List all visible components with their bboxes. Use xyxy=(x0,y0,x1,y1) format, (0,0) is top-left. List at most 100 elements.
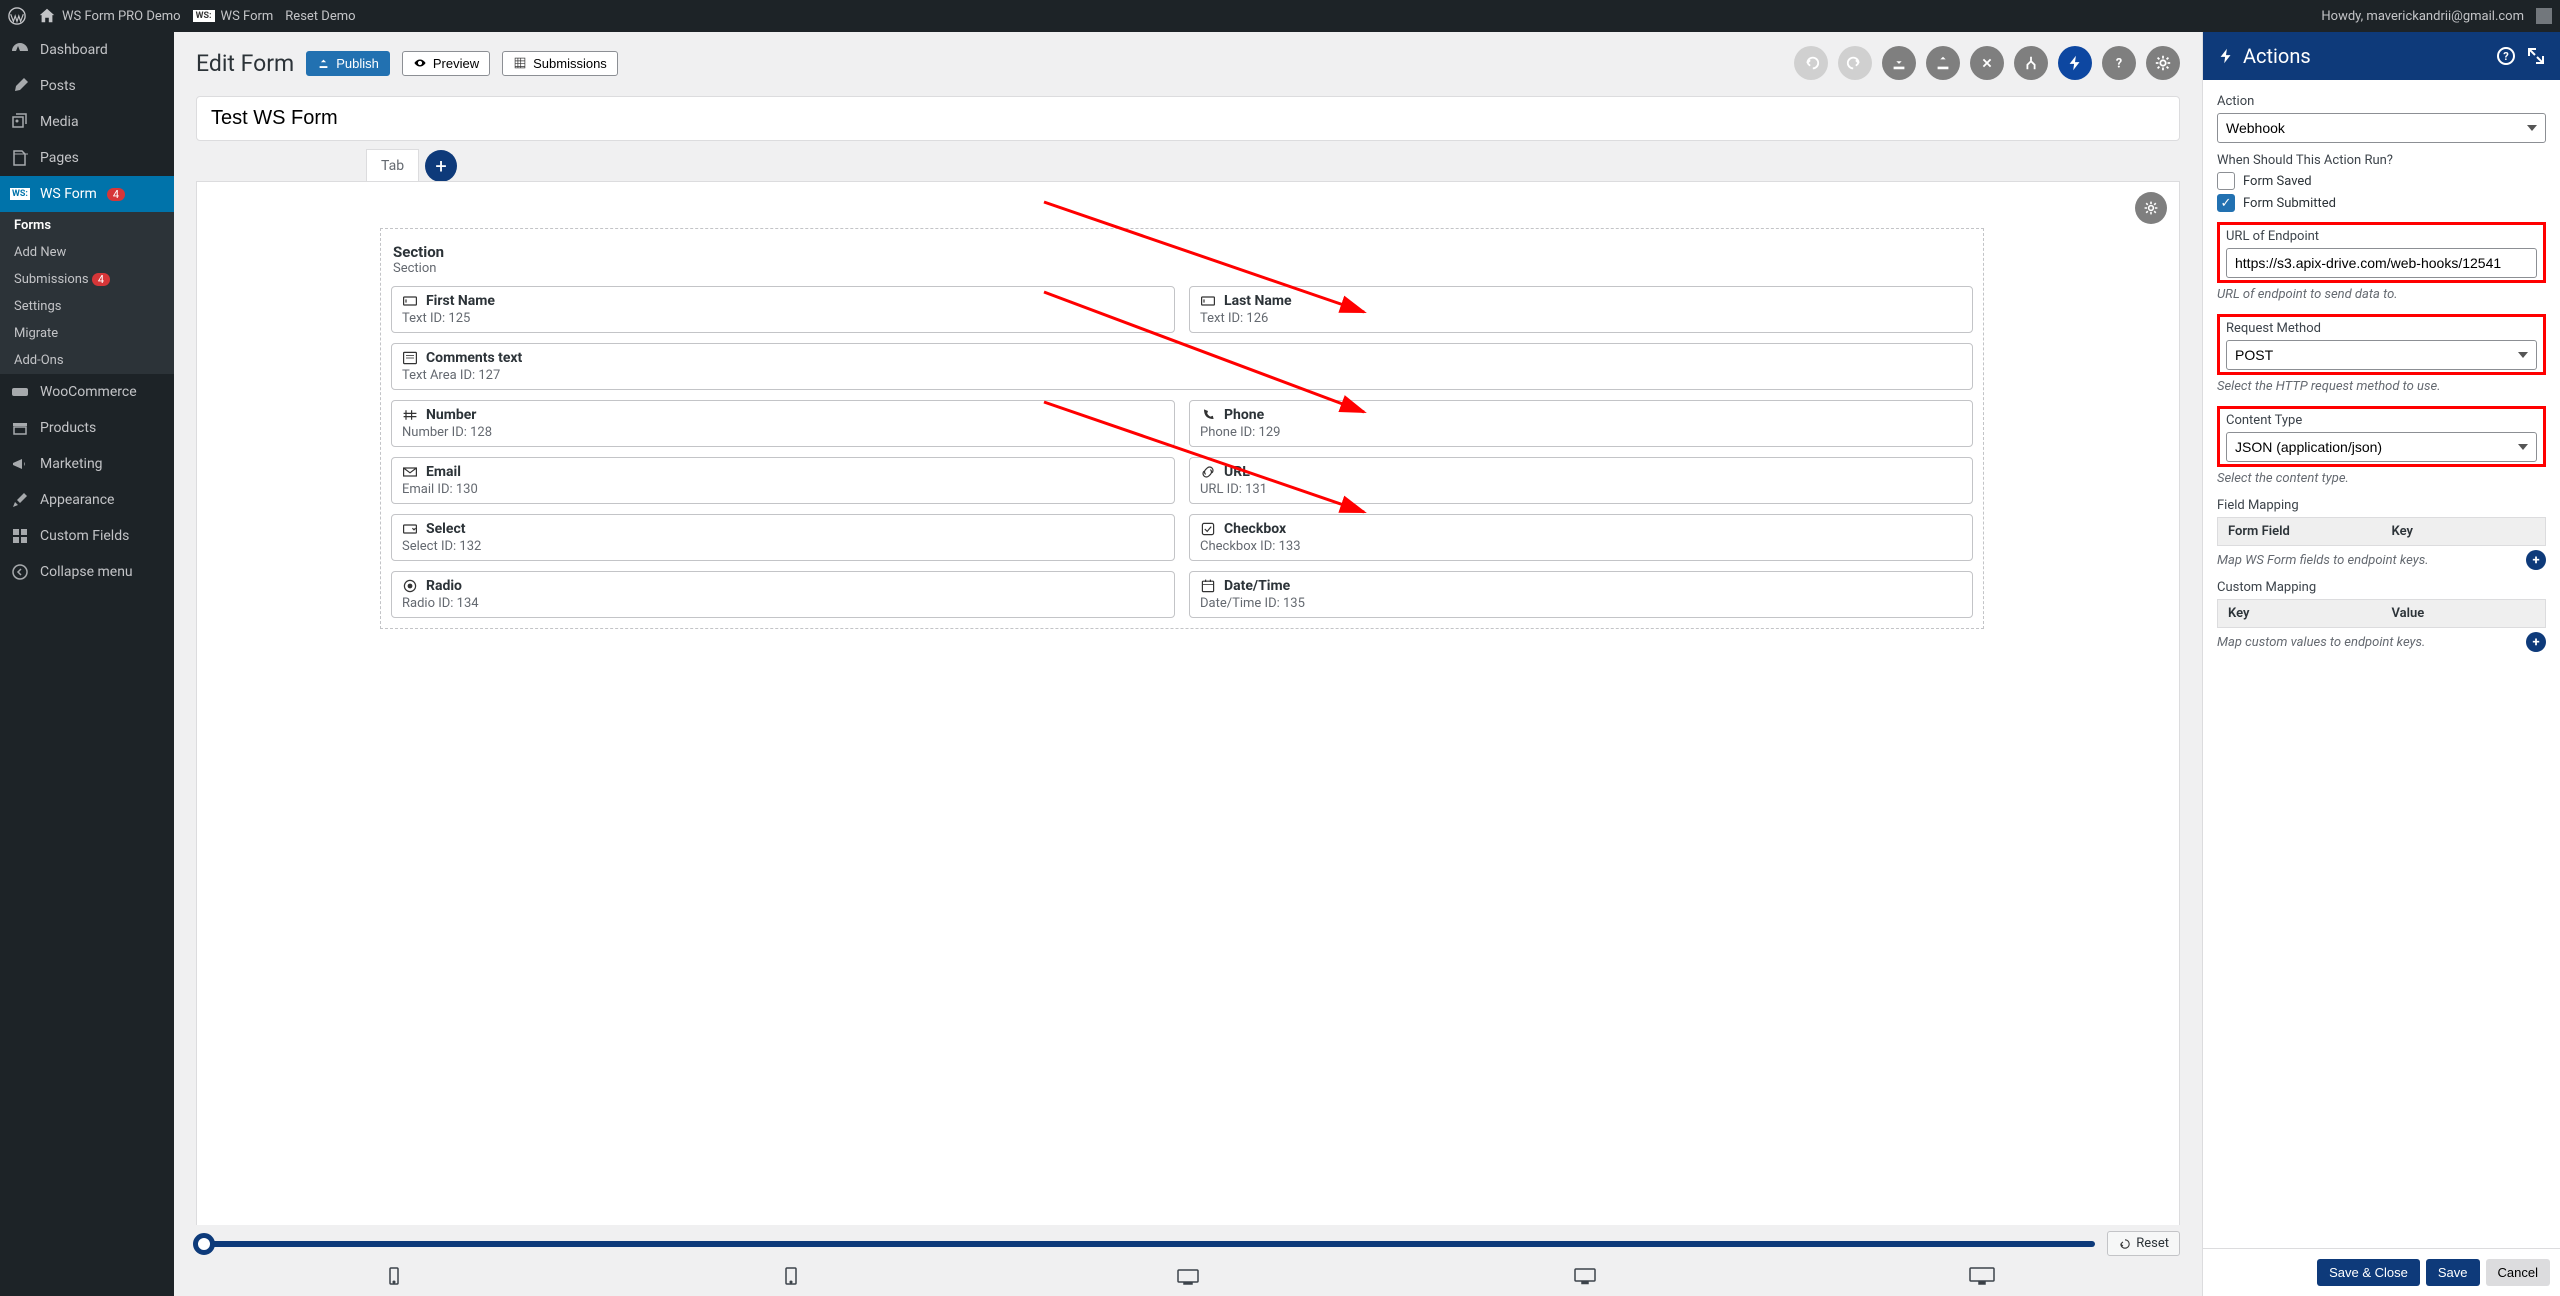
sidebar-item-customfields[interactable]: Custom Fields xyxy=(0,518,174,554)
sidebar-item-appearance[interactable]: Appearance xyxy=(0,482,174,518)
action-select[interactable]: Webhook xyxy=(2217,113,2546,143)
field-name: Last Name xyxy=(1224,293,1292,309)
section-container[interactable]: Section Section First NameText ID: 125La… xyxy=(380,228,1984,629)
url-input[interactable] xyxy=(2226,248,2537,278)
field-meta: Select ID: 132 xyxy=(402,539,1164,554)
import-button[interactable] xyxy=(1882,46,1916,80)
device-tablet-landscape-icon[interactable] xyxy=(1174,1266,1202,1290)
checkbox-icon xyxy=(1200,521,1216,537)
field-text[interactable]: First NameText ID: 125 xyxy=(391,286,1175,333)
field-name: URL xyxy=(1224,464,1250,480)
site-link[interactable]: WS Form PRO Demo xyxy=(38,7,181,25)
page-title: Edit Form xyxy=(196,50,294,77)
device-tablet-portrait-icon[interactable] xyxy=(777,1266,805,1290)
publish-button[interactable]: Publish xyxy=(306,51,390,76)
sidebar-sub-submissions[interactable]: Submissions 4 xyxy=(0,266,174,293)
field-url[interactable]: URL URL ID: 131 xyxy=(1189,457,1973,504)
field-textarea[interactable]: Comments textText Area ID: 127 xyxy=(391,343,1973,390)
device-phone-icon[interactable] xyxy=(380,1266,408,1290)
sidebar-item-media[interactable]: Media xyxy=(0,104,174,140)
sidebar-sub-settings[interactable]: Settings xyxy=(0,293,174,320)
sidebar-sub-forms[interactable]: Forms xyxy=(0,212,174,239)
sidebar-item-posts[interactable]: Posts xyxy=(0,68,174,104)
panel-expand-icon[interactable] xyxy=(2526,46,2546,66)
sidebar-item-wsform[interactable]: WS:WS Form4 xyxy=(0,176,174,212)
field-meta: Phone ID: 129 xyxy=(1200,425,1962,440)
field-email[interactable]: EmailEmail ID: 130 xyxy=(391,457,1175,504)
add-field-mapping-button[interactable]: + xyxy=(2526,550,2546,570)
sidebar-item-woocommerce[interactable]: WooCommerce xyxy=(0,374,174,410)
method-help: Select the HTTP request method to use. xyxy=(2217,379,2546,394)
field-radio[interactable]: RadioRadio ID: 134 xyxy=(391,571,1175,618)
actions-panel: Actions ? Action Webhook When Should Thi… xyxy=(2202,32,2560,1296)
add-custom-mapping-button[interactable]: + xyxy=(2526,632,2546,652)
pages-icon xyxy=(10,148,30,168)
preview-button[interactable]: Preview xyxy=(402,51,490,76)
field-name: First Name xyxy=(426,293,495,309)
device-desktop-icon[interactable] xyxy=(1968,1266,1996,1290)
sidebar-item-dashboard[interactable]: Dashboard xyxy=(0,32,174,68)
field-phone[interactable]: PhonePhone ID: 129 xyxy=(1189,400,1973,447)
field-meta: URL ID: 131 xyxy=(1200,482,1962,497)
form-tab[interactable]: Tab xyxy=(366,149,419,182)
field-datetime[interactable]: Date/TimeDate/Time ID: 135 xyxy=(1189,571,1973,618)
count-badge: 4 xyxy=(107,188,125,201)
url-label: URL of Endpoint xyxy=(2226,229,2537,244)
canvas-settings-button[interactable] xyxy=(2135,192,2167,224)
sidebar-item-collapse[interactable]: Collapse menu xyxy=(0,554,174,590)
field-name: Date/Time xyxy=(1224,578,1290,594)
panel-help-icon[interactable]: ? xyxy=(2496,46,2516,66)
field-name: Checkbox xyxy=(1224,521,1286,537)
admin-sidebar: Dashboard Posts Media Pages WS:WS Form4 … xyxy=(0,32,174,1296)
sidebar-item-pages[interactable]: Pages xyxy=(0,140,174,176)
field-checkbox[interactable]: CheckboxCheckbox ID: 133 xyxy=(1189,514,1973,561)
sidebar-sub-migrate[interactable]: Migrate xyxy=(0,320,174,347)
sidebar-item-marketing[interactable]: Marketing xyxy=(0,446,174,482)
form-header: Edit Form Publish Preview Submissions ? xyxy=(174,32,2202,90)
form-submitted-checkbox[interactable]: ✓ xyxy=(2217,194,2235,212)
ctype-select[interactable]: JSON (application/json) xyxy=(2226,432,2537,462)
conditional-button[interactable] xyxy=(2014,46,2048,80)
gauge-icon xyxy=(10,40,30,60)
field-name: Number xyxy=(426,407,476,423)
slider-thumb[interactable] xyxy=(193,1233,215,1255)
field-meta: Number ID: 128 xyxy=(402,425,1164,440)
panel-header: Actions ? xyxy=(2203,32,2560,80)
save-button[interactable]: Save xyxy=(2426,1259,2480,1286)
sidebar-sub-addnew[interactable]: Add New xyxy=(0,239,174,266)
add-tab-button[interactable]: + xyxy=(425,150,457,182)
actions-button[interactable] xyxy=(2058,46,2092,80)
settings-button[interactable] xyxy=(2146,46,2180,80)
sidebar-submenu: Forms Add New Submissions 4 Settings Mig… xyxy=(0,212,174,374)
sidebar-sub-addons[interactable]: Add-Ons xyxy=(0,347,174,374)
url-icon xyxy=(1200,464,1216,480)
tools-button[interactable] xyxy=(1970,46,2004,80)
undo-button[interactable] xyxy=(1794,46,1828,80)
wsform-link[interactable]: WS:WS Form xyxy=(193,9,274,24)
submissions-button[interactable]: Submissions xyxy=(502,51,618,76)
field-text[interactable]: Last NameText ID: 126 xyxy=(1189,286,1973,333)
save-close-button[interactable]: Save & Close xyxy=(2317,1259,2420,1286)
select-icon xyxy=(402,521,418,537)
reset-demo-link[interactable]: Reset Demo xyxy=(285,9,355,24)
field-name: Email xyxy=(426,464,461,480)
export-button[interactable] xyxy=(1926,46,1960,80)
form-saved-checkbox[interactable] xyxy=(2217,172,2235,190)
form-saved-label: Form Saved xyxy=(2243,174,2312,189)
field-select[interactable]: SelectSelect ID: 132 xyxy=(391,514,1175,561)
wp-logo[interactable] xyxy=(8,7,26,25)
howdy-link[interactable]: Howdy, maverickandrii@gmail.com xyxy=(2321,8,2552,24)
reset-width-button[interactable]: Reset xyxy=(2107,1231,2180,1256)
method-select[interactable]: POST xyxy=(2226,340,2537,370)
device-laptop-icon[interactable] xyxy=(1571,1266,1599,1290)
form-name-input[interactable] xyxy=(196,96,2180,141)
field-number[interactable]: Number Number ID: 128 xyxy=(391,400,1175,447)
cancel-button[interactable]: Cancel xyxy=(2486,1259,2550,1286)
number-icon xyxy=(402,407,418,423)
bolt-icon xyxy=(2217,47,2235,65)
width-slider[interactable] xyxy=(196,1241,2095,1247)
redo-button[interactable] xyxy=(1838,46,1872,80)
datetime-icon xyxy=(1200,578,1216,594)
help-button[interactable]: ? xyxy=(2102,46,2136,80)
sidebar-item-products[interactable]: Products xyxy=(0,410,174,446)
